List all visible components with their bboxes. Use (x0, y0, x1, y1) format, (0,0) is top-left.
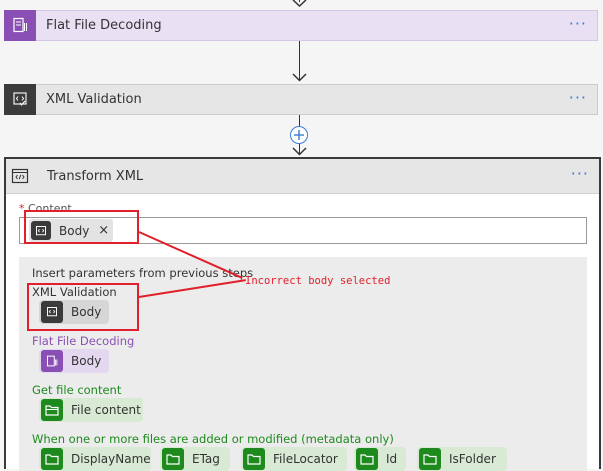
step-title: Flat File Decoding (46, 18, 162, 33)
token-label: ETag (192, 452, 220, 466)
folder-icon (41, 399, 63, 421)
token-label: Body (71, 354, 102, 368)
token-label: File content (71, 403, 141, 417)
plus-icon (294, 130, 304, 140)
picker-token-file-content[interactable]: File content (39, 398, 143, 422)
step-header[interactable]: Transform XML ··· (6, 159, 599, 194)
arrow-head-icon (292, 147, 307, 156)
token-label: Id (386, 452, 398, 466)
picker-token-flat-body[interactable]: Body (39, 349, 109, 373)
step-flat-file-decoding[interactable]: Flat File Decoding ··· (4, 9, 598, 41)
group-label-get-file-content: Get file content (32, 383, 122, 397)
more-options-icon[interactable]: ··· (571, 166, 589, 182)
step-title: Transform XML (47, 169, 144, 184)
annotation-text: Incorrect body selected (245, 275, 391, 287)
flat-file-icon (41, 350, 63, 372)
add-step-button[interactable] (290, 126, 308, 144)
group-label-flat-file-decoding: Flat File Decoding (32, 334, 135, 348)
arrow-head-icon (292, 73, 307, 82)
token-label: IsFolder (449, 452, 496, 466)
step-xml-validation[interactable]: XML Validation ··· (4, 83, 598, 115)
annotation-highlight-content-token (24, 210, 139, 244)
picker-token-isfolder[interactable]: IsFolder (417, 447, 507, 471)
transform-xml-icon (11, 167, 29, 185)
step-title: XML Validation (46, 92, 142, 107)
picker-token-filelocator[interactable]: FileLocator (241, 447, 347, 471)
token-label: DisplayName (71, 452, 151, 466)
picker-token-displayname[interactable]: DisplayName (39, 447, 151, 471)
more-options-icon[interactable]: ··· (569, 16, 587, 32)
flat-file-icon (4, 9, 36, 41)
more-options-icon[interactable]: ··· (569, 90, 587, 106)
group-label-trigger: When one or more files are added or modi… (32, 432, 394, 446)
arrow-head-icon (292, 0, 307, 8)
xml-validation-icon (4, 83, 36, 115)
picker-token-id[interactable]: Id (354, 447, 406, 471)
picker-token-etag[interactable]: ETag (160, 447, 230, 471)
annotation-highlight-picker-token (27, 283, 139, 331)
token-label: FileLocator (273, 452, 338, 466)
